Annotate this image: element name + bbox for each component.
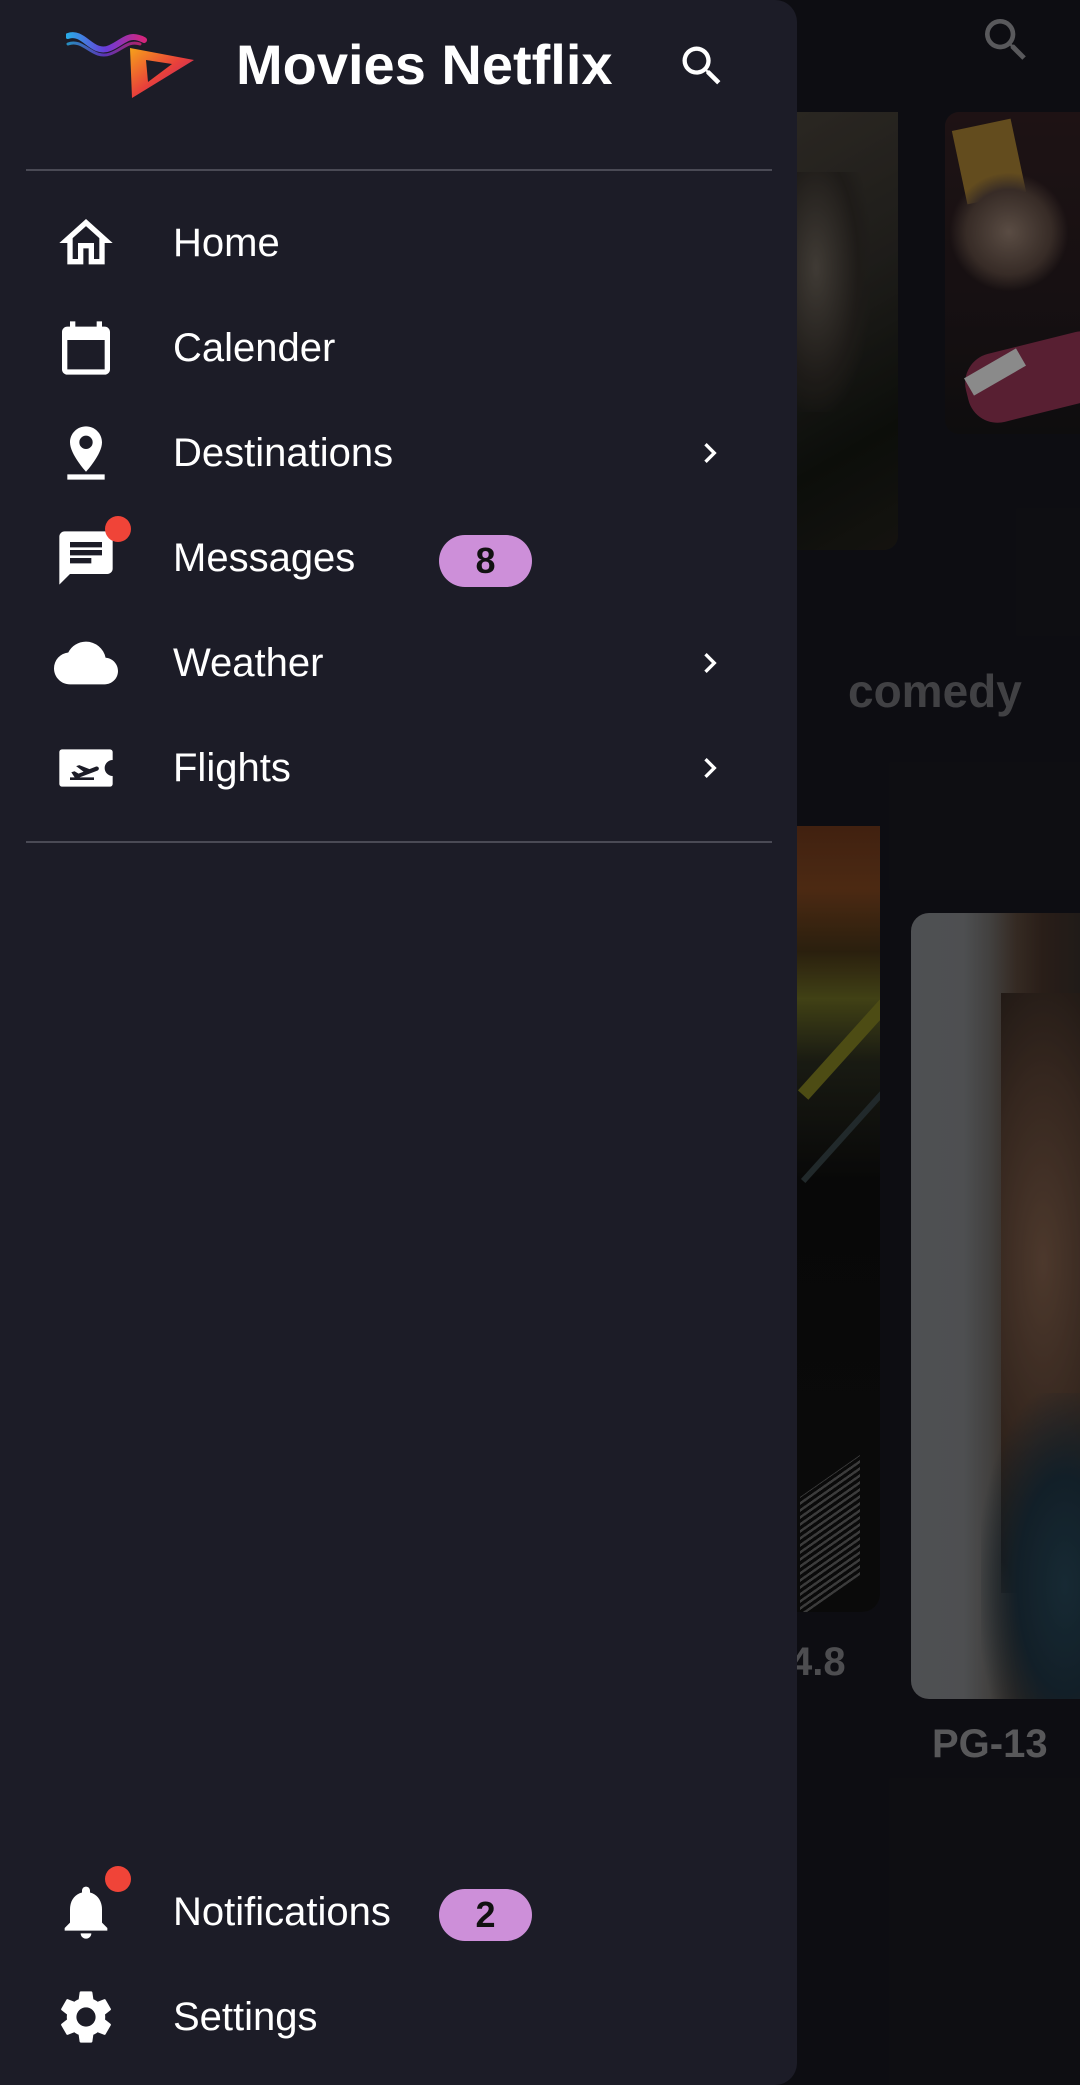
app-title: Movies Netflix <box>236 33 613 96</box>
chevron-right-icon <box>704 443 717 463</box>
nav-item-weather[interactable]: Weather <box>0 611 797 715</box>
nav-item-label: Calender <box>173 326 336 370</box>
nav-item-label: Settings <box>173 1995 318 2039</box>
nav-item-label: Weather <box>173 641 324 685</box>
notifications-count-badge: 2 <box>439 1889 532 1941</box>
nav-item-flights[interactable]: Flights <box>0 716 797 820</box>
cloud-icon <box>54 641 118 685</box>
nav-item-notifications[interactable]: Notifications 2 <box>0 1860 797 1964</box>
home-icon <box>59 219 113 265</box>
nav-item-messages[interactable]: Messages 8 <box>0 506 797 610</box>
nav-item-label: Home <box>173 221 280 265</box>
navigation-drawer: Movies Netflix Home Calender Destination… <box>0 0 797 2085</box>
unread-dot <box>105 516 131 542</box>
divider <box>26 169 772 171</box>
gear-icon <box>61 1991 111 2043</box>
nav-item-destinations[interactable]: Destinations <box>0 401 797 505</box>
search-icon[interactable] <box>676 40 728 92</box>
nav-item-settings[interactable]: Settings <box>0 1965 797 2069</box>
chevron-right-icon <box>704 758 717 778</box>
location-pin-icon <box>67 426 105 480</box>
nav-item-home[interactable]: Home <box>0 191 797 295</box>
nav-item-label: Flights <box>173 746 291 790</box>
nav-item-label: Messages <box>173 536 356 580</box>
unread-dot <box>105 1866 131 1892</box>
nav-item-calendar[interactable]: Calender <box>0 296 797 400</box>
calendar-icon <box>62 321 110 375</box>
messages-count-badge: 8 <box>439 535 532 587</box>
app-logo-icon <box>66 32 194 98</box>
chevron-right-icon <box>704 653 717 673</box>
flight-ticket-icon <box>59 749 113 787</box>
nav-item-label: Destinations <box>173 431 394 475</box>
bell-icon <box>64 1886 108 1939</box>
divider <box>26 841 772 843</box>
nav-item-label: Notifications <box>173 1890 391 1934</box>
